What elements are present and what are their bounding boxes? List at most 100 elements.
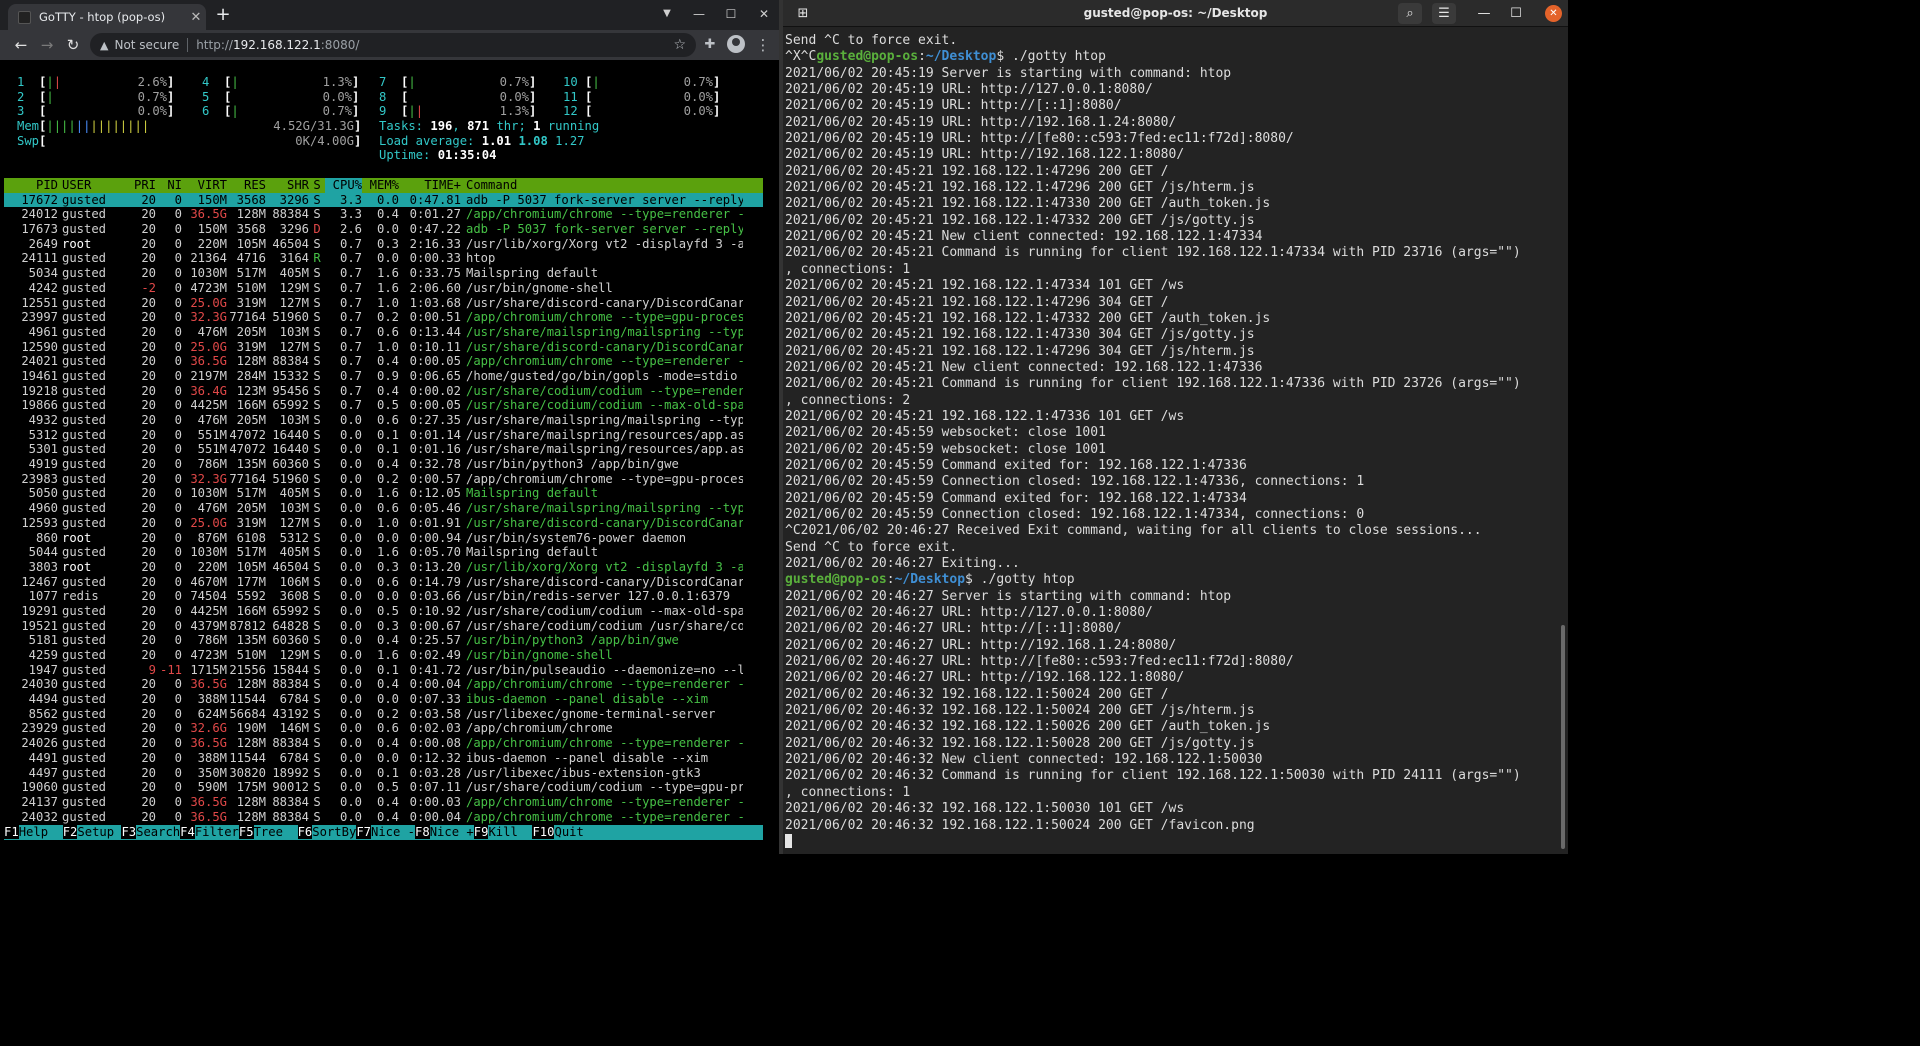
address-bar[interactable]: ▲ Not secure http://192.168.122.1:8080/ … xyxy=(90,33,696,57)
table-row[interactable]: 5034 gusted 20 0 1030M 517M 405M S 0.7 1.6 0:33.75… xyxy=(4,266,763,281)
table-row[interactable]: 5301 gusted 20 0 551M 47072 16440 S 0.0 0.1 0:01.1… xyxy=(4,442,763,457)
table-row[interactable]: 4242 gusted -2 0 4723M 510M 129M S 0.7 1.6 2:06.60… xyxy=(4,281,763,296)
fkey-f1[interactable]: F1Help xyxy=(4,825,63,840)
table-row[interactable]: 19866 gusted 20 0 4425M 166M 65992 S 0.7 0.5 0:00.… xyxy=(4,398,763,413)
header-mem[interactable]: MEM% xyxy=(362,178,399,193)
table-row[interactable]: 24012 gusted 20 0 36.5G 128M 88384 S 3.3 0.4 0:01.… xyxy=(4,207,763,222)
minimize-icon[interactable]: — xyxy=(1472,3,1496,24)
table-row[interactable]: 24026 gusted 20 0 36.5G 128M 88384 S 0.0 0.4 0:00.… xyxy=(4,736,763,751)
header-command[interactable]: Command xyxy=(461,178,743,193)
close-tab-icon[interactable]: ✕ xyxy=(186,10,206,25)
search-icon[interactable]: ⌕ xyxy=(1398,3,1422,24)
fkey-f2[interactable]: F2Setup xyxy=(62,825,122,840)
table-row[interactable]: 4259 gusted 20 0 4723M 510M 129M S 0.0 1.6 0:02.49… xyxy=(4,648,763,663)
process-table[interactable]: PID USER PRI NI VIRT RES SHR S CPU% MEM% TIME+ Comm… xyxy=(4,178,763,824)
table-row[interactable]: 4491 gusted 20 0 388M 11544 6784 S 0.0 0.0 0:12.32… xyxy=(4,751,763,766)
fkey-f8[interactable]: F8Nice + xyxy=(415,825,474,840)
table-row[interactable]: 2649 root 20 0 220M 105M 46504 S 0.7 0.3 2:16.33/u… xyxy=(4,237,763,252)
table-row[interactable]: 24032 gusted 20 0 36.5G 128M 88384 S 0.0 0.4 0:00.… xyxy=(4,810,763,825)
table-row[interactable]: 24137 gusted 20 0 36.5G 128M 88384 S 0.0 0.4 0:00.… xyxy=(4,795,763,810)
process-rows[interactable]: 17672 gusted 20 0 150M 3568 3296 S 3.3 0.0 0:47.81… xyxy=(4,192,763,825)
reload-icon[interactable]: ↻ xyxy=(62,34,84,56)
fkey-f4[interactable]: F4Filter xyxy=(180,825,239,840)
table-row[interactable]: 8562 gusted 20 0 624M 56684 43192 S 0.0 0.2 0:03.5… xyxy=(4,707,763,722)
table-row[interactable]: 12467 gusted 20 0 4670M 177M 106M S 0.0 0.6 0:14.7… xyxy=(4,575,763,590)
tab-search-icon[interactable]: ▼ xyxy=(655,4,679,24)
header-pri[interactable]: PRI xyxy=(130,178,156,193)
table-row[interactable]: 860 root 20 0 876M 6108 5312 S 0.0 0.0 0:00.94/usr… xyxy=(4,531,763,546)
htop-terminal[interactable]: 1 [|| 2.6%] 2 [| 0.7%] 3 [0.0%] 4 [| 1.3%] 5 [0… xyxy=(0,60,779,854)
table-row[interactable]: 4932 gusted 20 0 476M 205M 103M S 0.0 0.6 0:27.35 /… xyxy=(4,413,763,428)
header-virt[interactable]: VIRT xyxy=(182,178,227,193)
process-table-header[interactable]: PID USER PRI NI VIRT RES SHR S CPU% MEM% TIME+ Comm… xyxy=(4,178,763,193)
table-row[interactable]: 12593 gusted 20 0 25.0G 319M 127M S 0.0 1.0 0:01.9… xyxy=(4,516,763,531)
header-pid[interactable]: PID xyxy=(4,178,58,193)
browser-tab[interactable]: GoTTY - htop (pop-os) ✕ xyxy=(8,4,206,30)
table-row[interactable]: 12590 gusted 20 0 25.0G 319M 127M S 0.7 1.0 0:10.1… xyxy=(4,340,763,355)
header-shr[interactable]: SHR xyxy=(266,178,309,193)
table-row[interactable]: 1077 redis 20 0 74504 5592 3608 S 0.0 0.0 0:03.66 /… xyxy=(4,589,763,604)
table-row[interactable]: 19521 gusted 20 0 4379M 87812 64828 S 0.0 0.3 0:00… xyxy=(4,619,763,634)
table-row[interactable]: 24111 gusted 20 0 21364 4716 3164 R 0.7 0.0 0:00.3… xyxy=(4,251,763,266)
new-tab-button[interactable]: + xyxy=(212,5,234,27)
fkey-f3[interactable]: F3Search xyxy=(121,825,180,840)
table-row[interactable]: 12551 gusted 20 0 25.0G 319M 127M S 0.7 1.0 1:03.6… xyxy=(4,296,763,311)
cell-res: 166M xyxy=(236,603,266,618)
table-row[interactable]: 4960 gusted 20 0 476M 205M 103M S 0.0 0.6 0:05.46 /… xyxy=(4,501,763,516)
table-row[interactable]: 19060 gusted 20 0 590M 175M 90012 S 0.0 0.5 0:07.1… xyxy=(4,780,763,795)
maximize-icon[interactable]: ☐ xyxy=(1504,3,1528,24)
table-row[interactable]: 5044 gusted 20 0 1030M 517M 405M S 0.0 1.6 0:05.70… xyxy=(4,545,763,560)
header-state[interactable]: S xyxy=(309,178,325,193)
terminal-output[interactable]: Send ^C to force exit. ^X^Cgusted@pop-os:… xyxy=(785,33,1555,851)
table-row[interactable]: 24021 gusted 20 0 36.5G 128M 88384 S 0.7 0.4 0:00.… xyxy=(4,354,763,369)
header-res[interactable]: RES xyxy=(227,178,266,193)
cell-user: gusted xyxy=(62,310,107,325)
minimize-icon[interactable]: — xyxy=(687,4,711,24)
table-row[interactable]: 23929 gusted 20 0 32.6G 190M 146M S 0.0 0.6 0:02.0… xyxy=(4,721,763,736)
cell-pid: 19461 xyxy=(21,368,58,383)
cell-ni: 0 xyxy=(174,706,182,721)
hamburger-menu-icon[interactable]: ☰ xyxy=(1432,3,1456,24)
terminal-line: 2021/06/02 20:46:32 192.168.122.1:50024 … xyxy=(785,817,1255,833)
close-window-icon[interactable]: ✕ xyxy=(1545,5,1562,22)
table-row[interactable]: 4494 gusted 20 0 388M 11544 6784 S 0.0 0.0 0:07.33… xyxy=(4,692,763,707)
forward-arrow-icon[interactable]: → xyxy=(36,34,58,56)
table-row[interactable]: 23983 gusted 20 0 32.3G 77164 51960 S 0.0 0.2 0:00… xyxy=(4,472,763,487)
fkey-f5[interactable]: F5Tree xyxy=(238,825,298,840)
fkey-f6[interactable]: F6SortBy xyxy=(297,825,356,840)
table-row[interactable]: 23997 gusted 20 0 32.3G 77164 51960 S 0.7 0.2 0:00… xyxy=(4,310,763,325)
table-row[interactable]: 4961 gusted 20 0 476M 205M 103M S 0.7 0.6 0:13.44 /… xyxy=(4,325,763,340)
fkey-f9[interactable]: F9Kill xyxy=(473,825,533,840)
back-arrow-icon[interactable]: ← xyxy=(10,34,32,56)
header-time[interactable]: TIME+ xyxy=(399,178,461,193)
maximize-icon[interactable]: ☐ xyxy=(719,4,743,24)
table-row[interactable]: 4919 gusted 20 0 786M 135M 60360 S 0.0 0.4 0:32.78… xyxy=(4,457,763,472)
header-cpu[interactable]: CPU% xyxy=(325,178,362,193)
extensions-puzzle-icon[interactable]: ✚ xyxy=(699,34,721,56)
kebab-menu-icon[interactable]: ⋮ xyxy=(752,34,774,56)
cursor[interactable] xyxy=(785,834,792,849)
table-row[interactable]: 5312 gusted 20 0 551M 47072 16440 S 0.0 0.1 0:01.1… xyxy=(4,428,763,443)
close-window-icon[interactable]: ✕ xyxy=(752,4,776,24)
table-row[interactable]: 19461 gusted 20 0 2197M 284M 15332 S 0.7 0.9 0:06.… xyxy=(4,369,763,384)
table-row[interactable]: 19218 gusted 20 0 36.4G 123M 95456 S 0.7 0.4 0:00.… xyxy=(4,384,763,399)
table-row[interactable]: 1947 gusted 9 -11 1715M 21556 15844 S 0.0 0.1 0:41… xyxy=(4,663,763,678)
table-row[interactable]: 3803 root 20 0 220M 105M 46504 S 0.0 0.3 0:13.20/u… xyxy=(4,560,763,575)
table-row[interactable]: 17673 gusted 20 0 150M 3568 3296 D 2.6 0.0 0:47.22… xyxy=(4,222,763,237)
header-user[interactable]: USER xyxy=(58,178,130,193)
table-row[interactable]: 5181 gusted 20 0 786M 135M 60360 S 0.0 0.4 0:25.57… xyxy=(4,633,763,648)
table-row[interactable]: 17672 gusted 20 0 150M 3568 3296 S 3.3 0.0 0:47.81… xyxy=(4,192,763,208)
profile-avatar-icon[interactable] xyxy=(727,35,745,53)
table-row[interactable]: 4497 gusted 20 0 350M 30820 18992 S 0.0 0.1 0:03.2… xyxy=(4,766,763,781)
function-key-bar[interactable]: F1Help F2Setup F3Search F4Filter F5Tree F6… xyxy=(4,825,763,840)
header-ni[interactable]: NI xyxy=(156,178,182,193)
table-row[interactable]: 24030 gusted 20 0 36.5G 128M 88384 S 0.0 0.4 0:00.… xyxy=(4,677,763,692)
fkey-f7[interactable]: F7Nice - xyxy=(356,825,415,840)
terminal-cursor-line[interactable] xyxy=(785,834,1555,850)
bookmark-star-icon[interactable]: ☆ xyxy=(673,37,686,53)
table-row[interactable]: 19291 gusted 20 0 4425M 166M 65992 S 0.0 0.5 0:10.… xyxy=(4,604,763,619)
fkey-f10[interactable]: F10Quit xyxy=(532,825,584,840)
terminal-scrollbar[interactable] xyxy=(1561,625,1565,849)
terminal-favicon-icon xyxy=(18,10,31,24)
table-row[interactable]: 5050 gusted 20 0 1030M 517M 405M S 0.0 1.6 0:12.05… xyxy=(4,486,763,501)
